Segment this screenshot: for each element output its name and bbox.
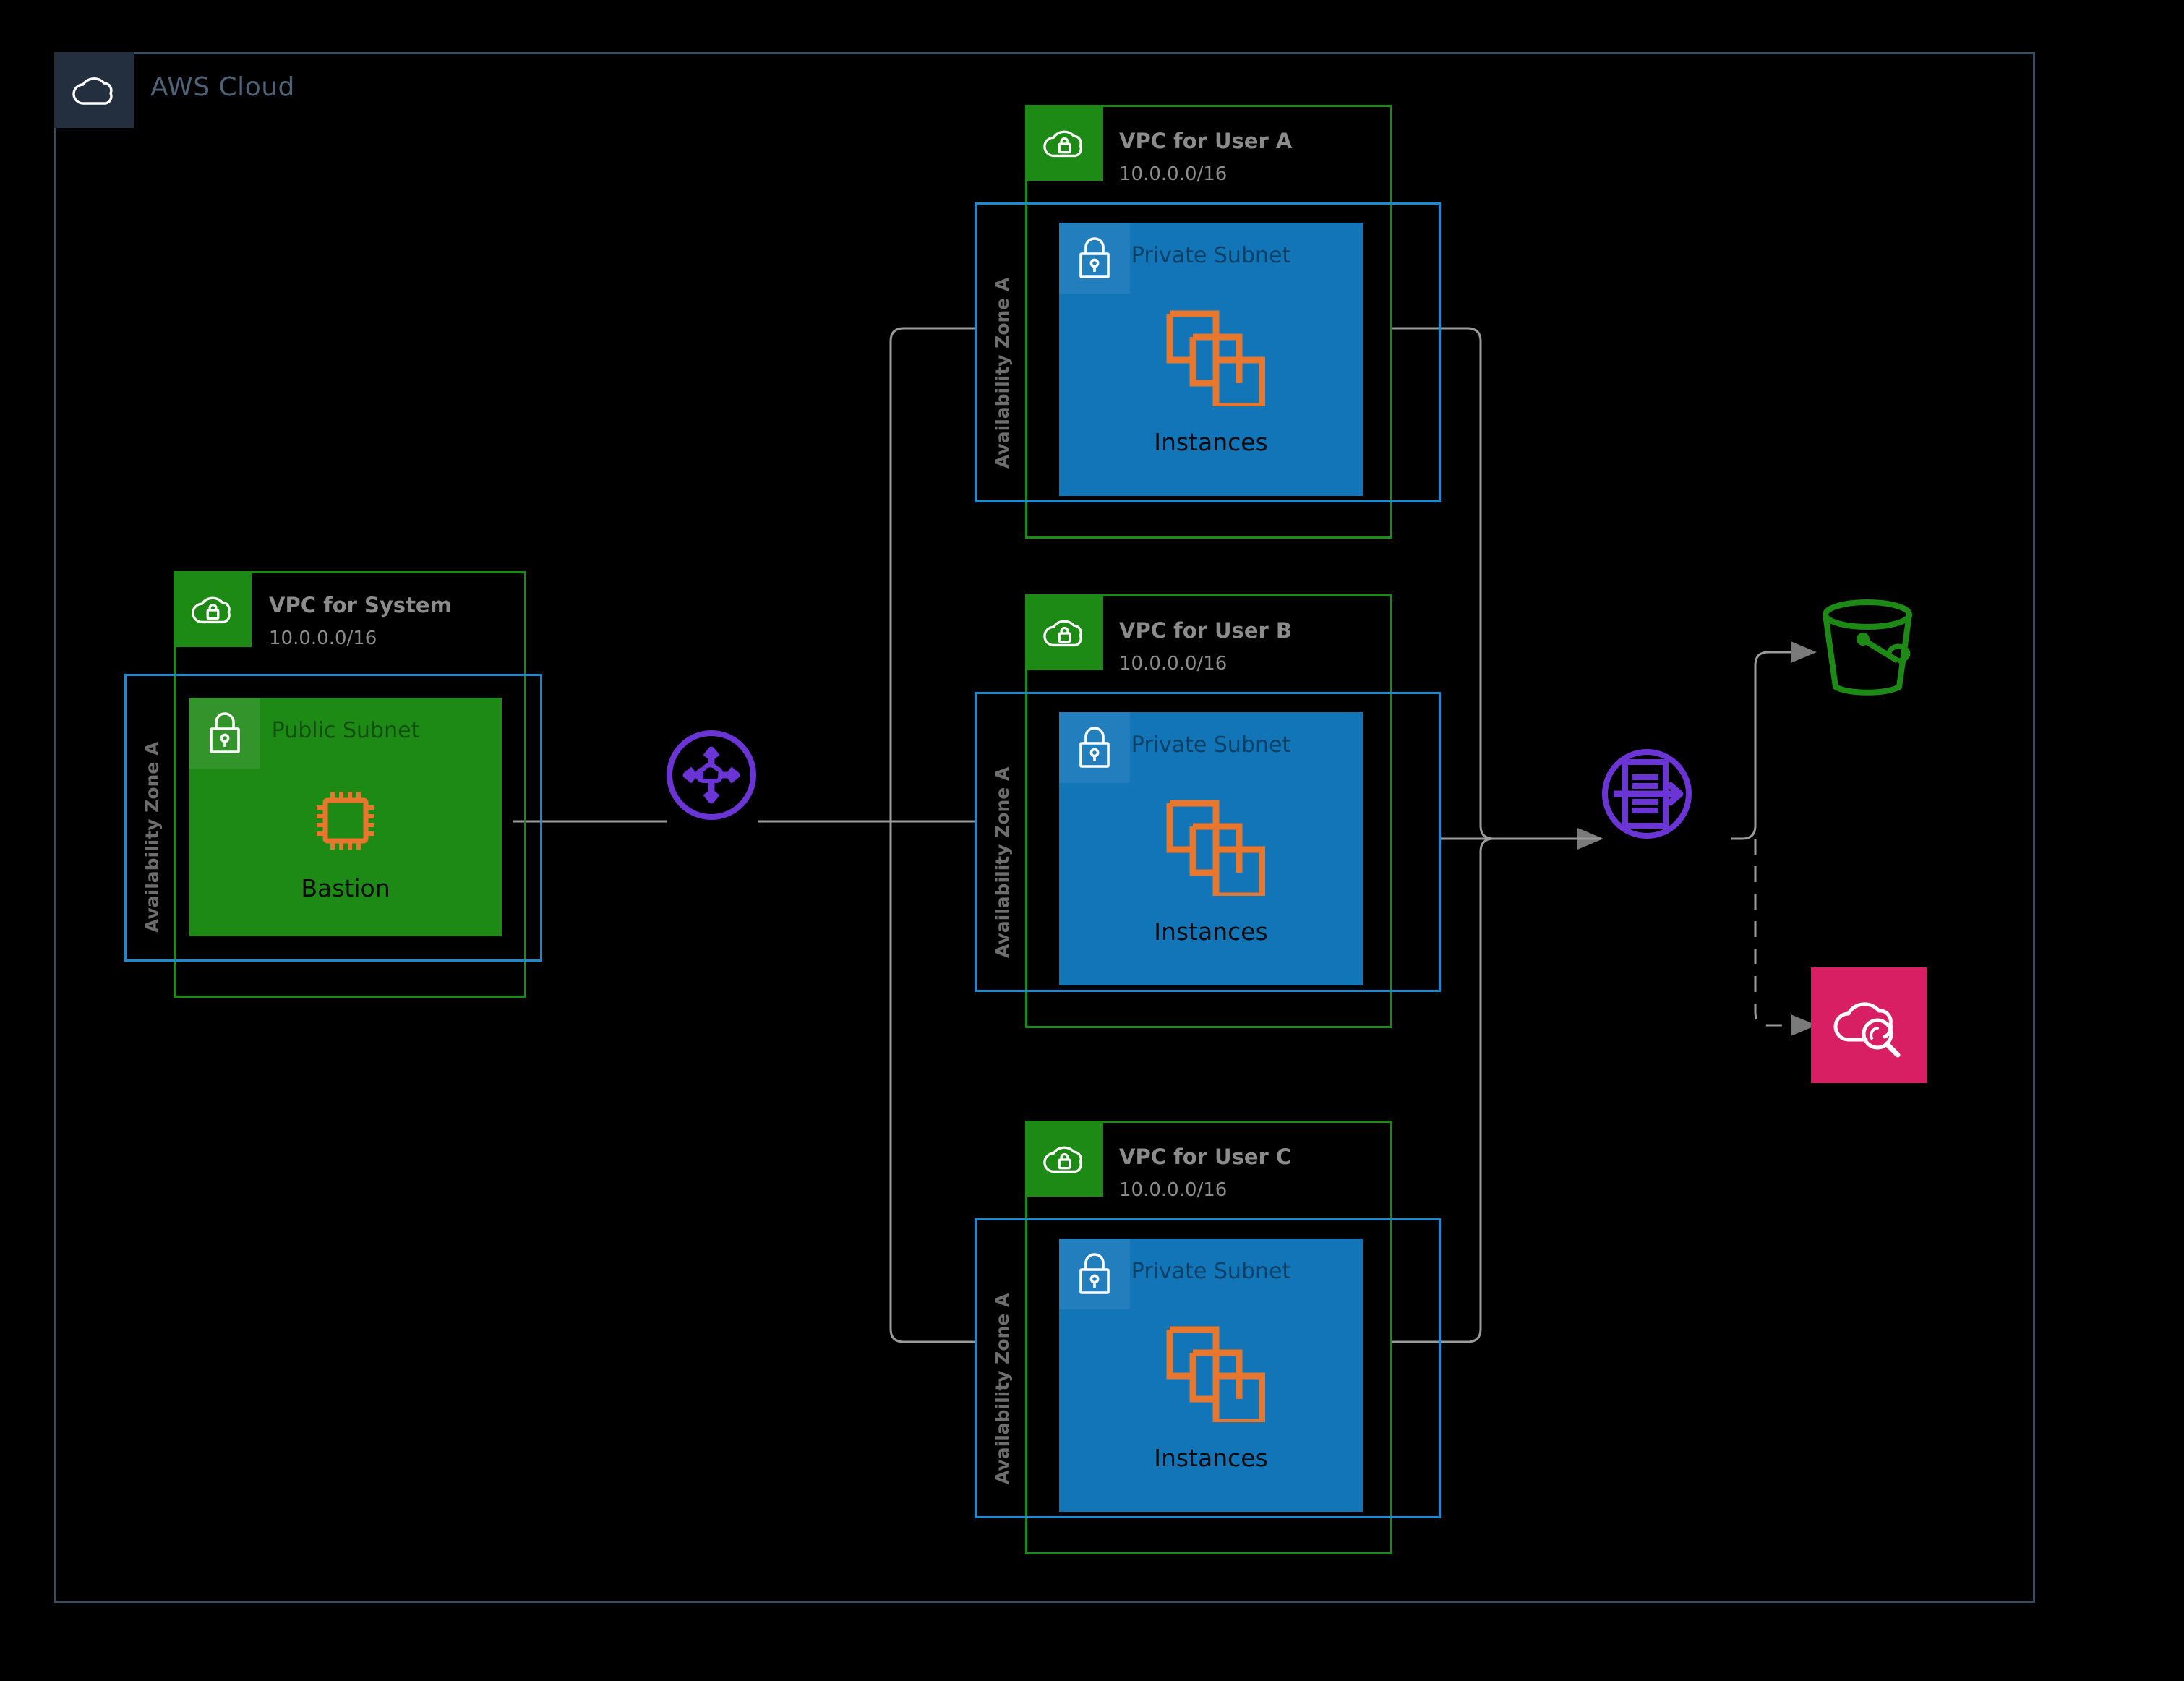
vpc-cloud-lock-icon [174, 571, 252, 647]
public-subnet-label: Public Subnet [271, 718, 420, 743]
kinesis-firehose-icon[interactable] [1598, 745, 1696, 846]
instances-icon [1059, 1314, 1363, 1422]
vpc-cidr-user-b: 10.0.0.0/16 [1119, 653, 1228, 675]
vpc-title-system: VPC for System [269, 593, 452, 617]
vpc-cidr-user-a: 10.0.0.0/16 [1119, 163, 1228, 185]
vpc-cloud-lock-icon [1025, 1121, 1103, 1197]
az-label-system: Availability Zone A [142, 741, 163, 933]
aws-cloud-label: AWS Cloud [150, 72, 295, 102]
ec2-chip-icon [189, 783, 502, 858]
instances-icon [1059, 298, 1363, 406]
s3-bucket-icon[interactable] [1811, 594, 1927, 707]
aws-cloud-icon [54, 52, 134, 128]
vpc-cloud-lock-icon [1025, 594, 1103, 670]
private-subnet-resource-label: Instances [1154, 1444, 1268, 1472]
private-subnet-label: Private Subnet [1131, 243, 1291, 268]
vpc-title-user-b: VPC for User B [1119, 618, 1292, 643]
az-label-user-a: Availability Zone A [992, 277, 1013, 469]
az-label-user-b: Availability Zone A [992, 766, 1013, 958]
private-subnet-resource-label: Instances [1154, 428, 1268, 456]
instances-icon [1059, 787, 1363, 896]
cloudwatch-search-icon[interactable] [1811, 967, 1927, 1083]
private-subnet-label: Private Subnet [1131, 732, 1291, 758]
transit-gateway-icon[interactable] [664, 727, 759, 826]
vpc-cloud-lock-icon [1025, 105, 1103, 181]
vpc-cidr-system: 10.0.0.0/16 [269, 628, 377, 649]
private-subnet-user-a: Private Subnet Instances [1059, 223, 1363, 496]
vpc-title-user-a: VPC for User A [1119, 129, 1293, 153]
public-subnet-resource-label: Bastion [301, 874, 390, 902]
private-subnet-resource-label: Instances [1154, 918, 1268, 946]
private-subnet-user-b: Private Subnet Instances [1059, 712, 1363, 985]
public-subnet-system: Public Subnet Bastion [189, 698, 502, 936]
private-subnet-user-c: Private Subnet Instances [1059, 1239, 1363, 1512]
vpc-cidr-user-c: 10.0.0.0/16 [1119, 1179, 1228, 1201]
private-subnet-label: Private Subnet [1131, 1259, 1291, 1284]
vpc-title-user-c: VPC for User C [1119, 1145, 1292, 1169]
az-label-user-c: Availability Zone A [992, 1293, 1013, 1484]
